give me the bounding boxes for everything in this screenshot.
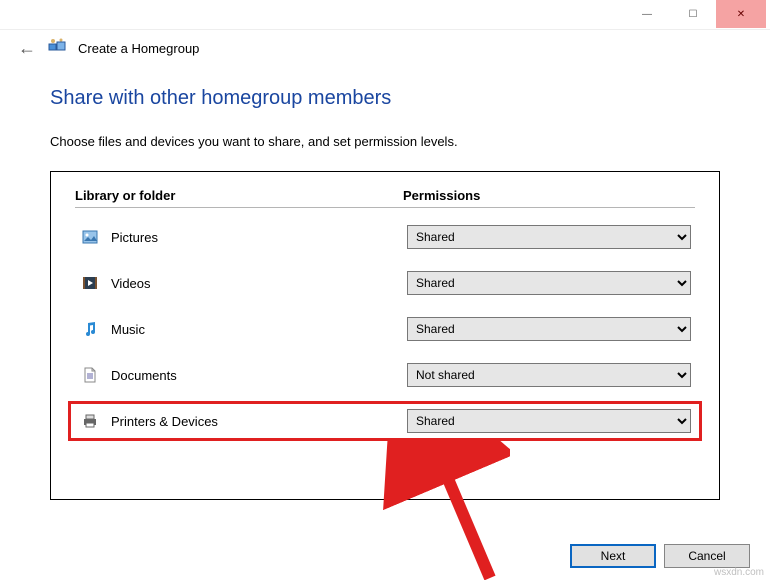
music-icon: [79, 321, 101, 337]
permission-select-videos[interactable]: SharedNot shared: [407, 271, 691, 295]
row-label: Pictures: [111, 230, 407, 245]
homegroup-icon: [48, 38, 66, 59]
videos-icon: [79, 275, 101, 291]
row-pictures: Pictures SharedNot shared: [75, 220, 695, 254]
watermark: wsxdn.com: [714, 567, 764, 578]
documents-icon: [79, 367, 101, 383]
row-label: Printers & Devices: [111, 414, 407, 429]
maximize-button[interactable]: ☐: [670, 0, 716, 28]
row-printers-devices: Printers & Devices SharedNot shared: [68, 401, 702, 441]
minimize-button[interactable]: —: [624, 0, 670, 28]
permission-select-music[interactable]: SharedNot shared: [407, 317, 691, 341]
dialog-footer: Next Cancel: [570, 544, 750, 568]
window-title: Create a Homegroup: [78, 41, 199, 56]
breadcrumb: ← Create a Homegroup: [0, 30, 770, 67]
pictures-icon: [79, 229, 101, 245]
back-arrow-icon[interactable]: ←: [18, 38, 36, 59]
table-header: Library or folder Permissions: [75, 188, 695, 208]
row-videos: Videos SharedNot shared: [75, 266, 695, 300]
permission-select-pictures[interactable]: SharedNot shared: [407, 225, 691, 249]
permission-select-printers[interactable]: SharedNot shared: [407, 409, 691, 433]
col-permissions: Permissions: [403, 188, 695, 203]
close-button[interactable]: ✕: [716, 0, 766, 28]
row-documents: Documents SharedNot shared: [75, 358, 695, 392]
row-music: Music SharedNot shared: [75, 312, 695, 346]
page-heading: Share with other homegroup members: [50, 87, 720, 110]
cancel-button[interactable]: Cancel: [664, 544, 750, 568]
row-label: Music: [111, 322, 407, 337]
col-library: Library or folder: [75, 188, 403, 203]
printer-icon: [79, 413, 101, 429]
share-table: Library or folder Permissions Pictures S…: [50, 171, 720, 500]
content-area: Share with other homegroup members Choos…: [0, 67, 770, 500]
row-label: Videos: [111, 276, 407, 291]
titlebar: — ☐ ✕: [0, 0, 770, 30]
permission-select-documents[interactable]: SharedNot shared: [407, 363, 691, 387]
next-button[interactable]: Next: [570, 544, 656, 568]
page-subtext: Choose files and devices you want to sha…: [50, 134, 720, 149]
row-label: Documents: [111, 368, 407, 383]
